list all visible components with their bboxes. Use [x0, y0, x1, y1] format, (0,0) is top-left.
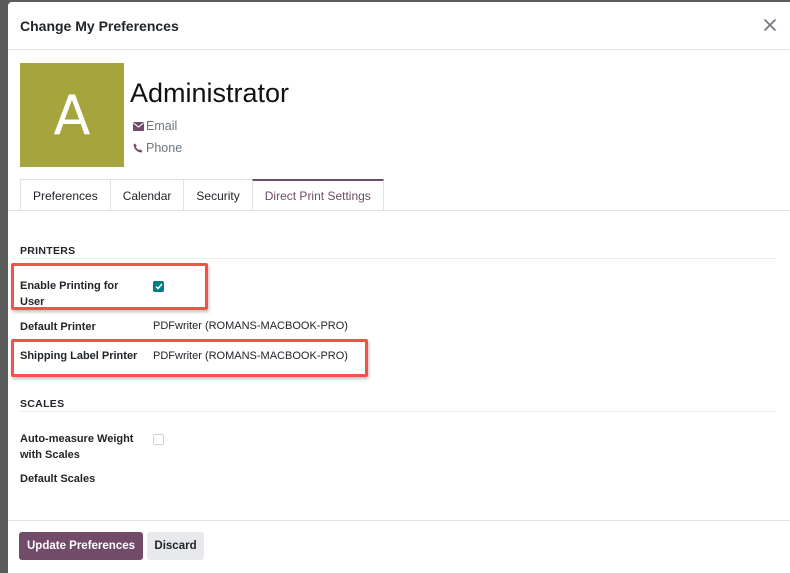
- enable-printing-label: Enable Printing for User: [20, 280, 119, 308]
- default-printer-value[interactable]: PDFwriter (ROMANS-MACBOOK-PRO): [153, 320, 348, 332]
- avatar[interactable]: A: [20, 63, 124, 167]
- auto-measure-checkbox[interactable]: [153, 434, 164, 445]
- scales-section-title: SCALES: [20, 398, 65, 410]
- tab-preferences[interactable]: Preferences: [20, 179, 111, 211]
- dialog-title: Change My Preferences: [20, 18, 179, 34]
- shipping-label-printer-label: Shipping Label Printer: [20, 350, 138, 362]
- email-label: Email: [146, 119, 178, 133]
- tab-calendar[interactable]: Calendar: [109, 179, 185, 211]
- close-icon: [764, 19, 776, 31]
- default-printer-label: Default Printer: [20, 321, 96, 333]
- check-icon: [154, 283, 163, 290]
- phone-field[interactable]: Phone: [132, 141, 182, 155]
- tab-security[interactable]: Security: [183, 179, 253, 211]
- avatar-letter: A: [53, 83, 91, 147]
- envelope-icon: [132, 120, 144, 132]
- shipping-label-printer-value[interactable]: PDFwriter (ROMANS-MACBOOK-PRO): [153, 350, 348, 362]
- printers-divider: [20, 258, 776, 259]
- discard-button[interactable]: Discard: [147, 532, 204, 560]
- tab-bar: Preferences Calendar Security Direct Pri…: [20, 179, 384, 211]
- email-field[interactable]: Email: [132, 119, 177, 133]
- default-scales-label: Default Scales: [20, 473, 96, 485]
- tab-direct-print-settings[interactable]: Direct Print Settings: [251, 179, 384, 211]
- preferences-dialog: Change My Preferences A Administrator Em…: [8, 2, 790, 573]
- dialog-header: Change My Preferences: [8, 2, 790, 50]
- footer-divider: [8, 520, 790, 521]
- auto-measure-label: Auto-measure Weight with Scales: [20, 433, 134, 461]
- scales-divider: [20, 411, 776, 412]
- update-preferences-button[interactable]: Update Preferences: [19, 532, 143, 560]
- user-name: Administrator: [130, 78, 290, 108]
- phone-icon: [132, 142, 144, 154]
- phone-label: Phone: [146, 141, 183, 155]
- printers-section-title: PRINTERS: [20, 245, 76, 257]
- tab-divider: [8, 210, 790, 211]
- enable-printing-checkbox[interactable]: [153, 281, 164, 292]
- close-button[interactable]: [762, 17, 778, 33]
